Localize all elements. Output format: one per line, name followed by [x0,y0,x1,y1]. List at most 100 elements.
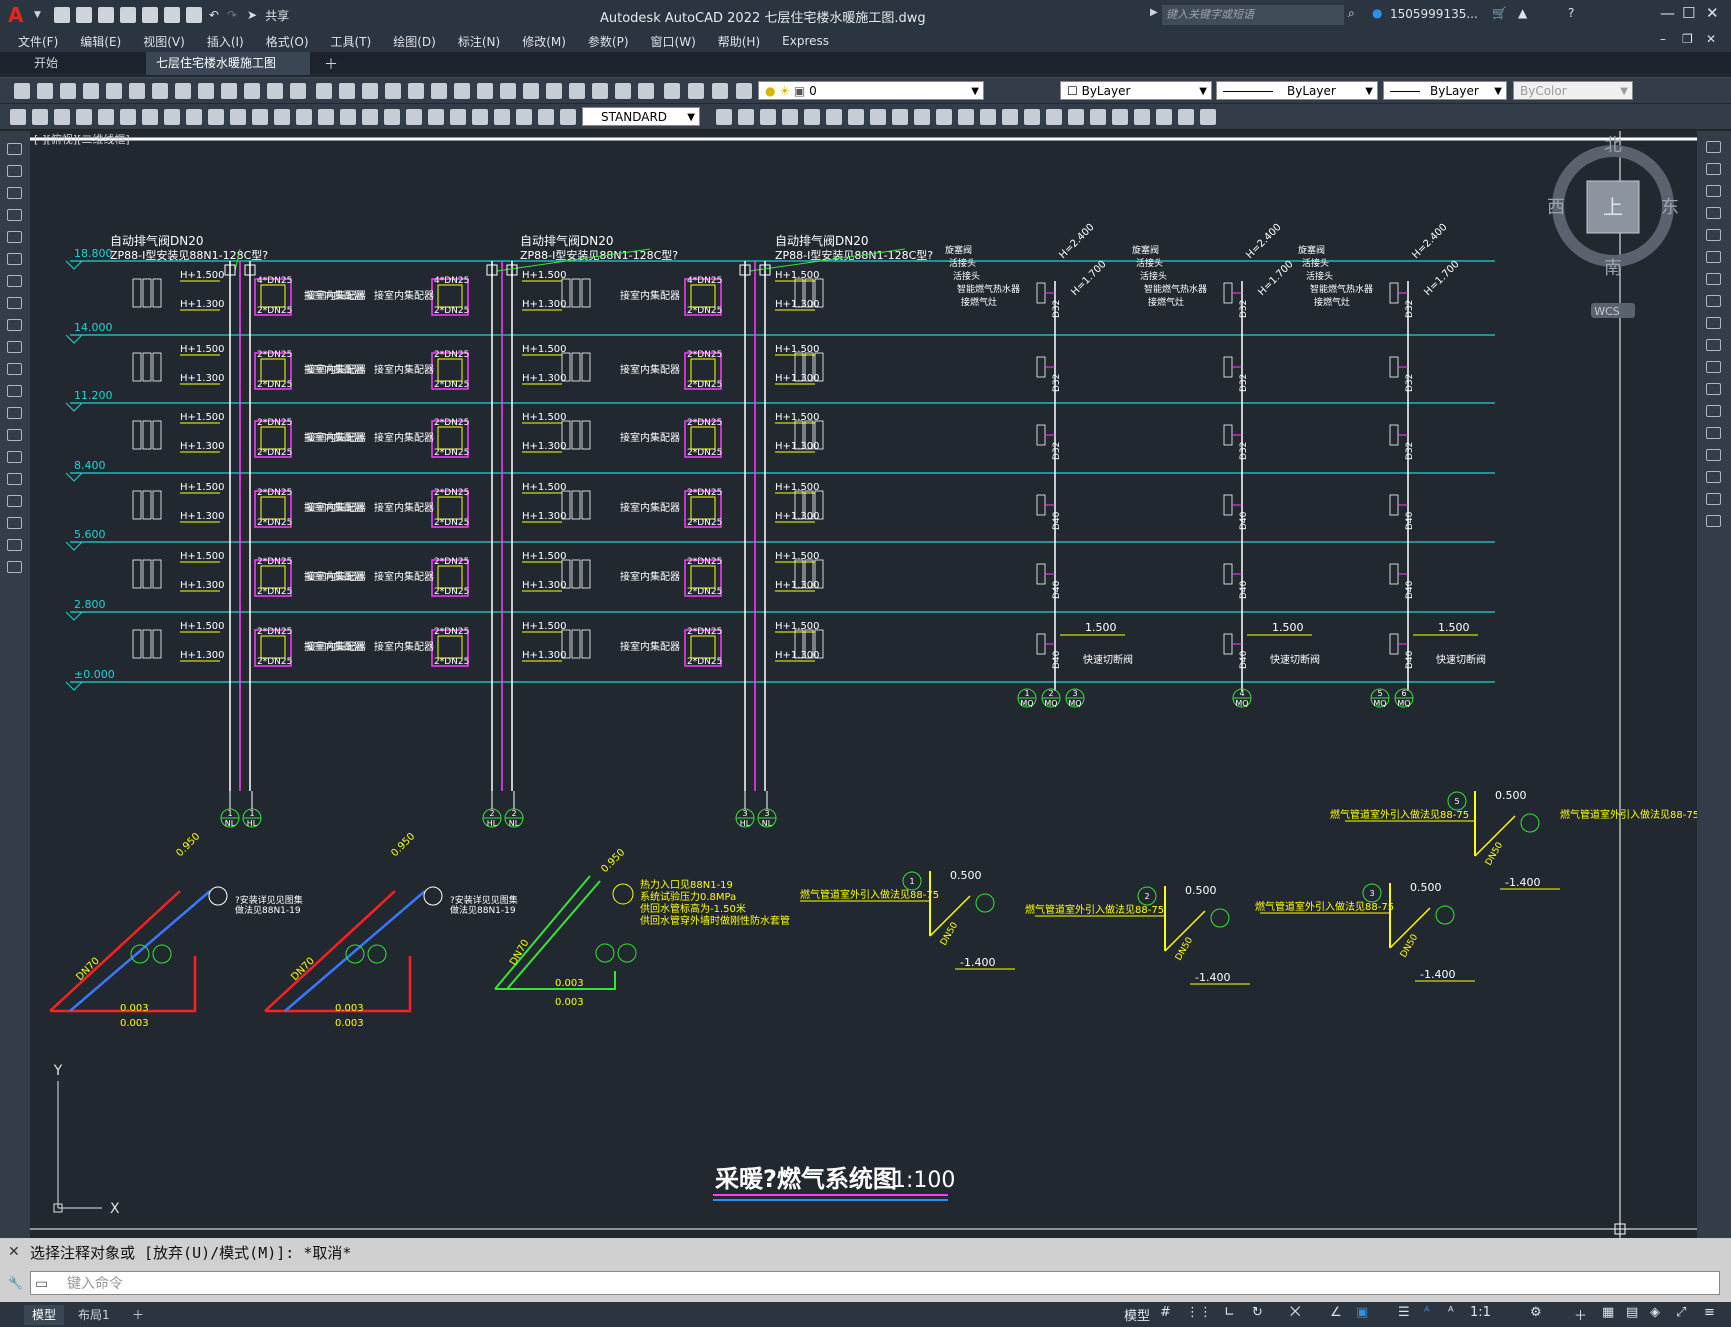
dimension-tool-29[interactable] [760,109,776,125]
save-as-icon[interactable] [119,7,136,23]
draw-tool-6[interactable] [7,253,22,265]
modify-tool-11[interactable] [1706,361,1721,373]
standard-tool-25[interactable] [569,83,585,99]
draw-tool-7[interactable] [7,275,22,287]
dimension-tool-26[interactable] [560,109,576,125]
dimension-tool-30[interactable] [782,109,798,125]
new-tab-icon[interactable]: ＋ [324,54,338,74]
menu-file[interactable]: 文件(F) [18,33,58,50]
modify-tool-17[interactable] [1706,493,1721,505]
dimension-tool-35[interactable] [892,109,908,125]
drawing-canvas[interactable]: [-][俯视][二维线框] 上 北 南 东 西 WCS 18.800 14.000… [30,131,1697,1238]
dimension-tool-48[interactable] [1178,109,1194,125]
grid-icon[interactable]: # [1160,1305,1171,1320]
isolate-objects-icon[interactable]: ◈ [1650,1305,1660,1320]
dimension-tool-27[interactable] [716,109,732,125]
menu-format[interactable]: 格式(O) [266,33,309,50]
draw-tool-10[interactable] [7,341,22,353]
dimension-tool-4[interactable] [76,109,92,125]
dimension-tool-2[interactable] [32,109,48,125]
draw-tool-14[interactable] [7,429,22,441]
dimension-tool-5[interactable] [98,109,114,125]
modify-tool-16[interactable] [1706,471,1721,483]
standard-tool-19[interactable] [431,83,447,99]
dimension-tool-17[interactable] [362,109,378,125]
draw-tool-17[interactable] [7,495,22,507]
standard-tool-12[interactable] [267,83,283,99]
standard-tool-15[interactable] [339,83,355,99]
menu-modify[interactable]: 修改(M) [522,33,566,50]
modify-tool-18[interactable] [1706,515,1721,527]
dimension-tool-19[interactable] [406,109,422,125]
dimension-tool-23[interactable] [494,109,510,125]
dimension-tool-10[interactable] [208,109,224,125]
draw-tool-11[interactable] [7,363,22,375]
modify-tool-8[interactable] [1706,295,1721,307]
dimension-tool-37[interactable] [936,109,952,125]
tab-drawing[interactable]: 七层住宅楼水暖施工图*✕ [146,52,310,93]
modify-tool-5[interactable] [1706,229,1721,241]
standard-tool-20[interactable] [454,83,470,99]
modify-tool-10[interactable] [1706,339,1721,351]
textstyle-dropdown[interactable]: STANDARD ▼ [582,107,700,126]
new-file-icon[interactable] [53,7,70,23]
menu-tools[interactable]: 工具(T) [331,33,372,50]
osnap-icon[interactable]: ⨉ [1290,1305,1300,1320]
open-from-web-icon[interactable] [141,7,158,23]
modify-tool-12[interactable] [1706,383,1721,395]
dimension-tool-1[interactable] [10,109,26,125]
dimension-tool-41[interactable] [1024,109,1040,125]
quick-properties-icon[interactable]: ▤ [1626,1305,1638,1320]
modify-tool-3[interactable] [1706,185,1721,197]
modify-tool-2[interactable] [1706,163,1721,175]
standard-tool-29[interactable] [664,83,680,99]
close-icon[interactable]: ✕ [1706,4,1719,22]
menu-parametric[interactable]: 参数(P) [588,33,629,50]
standard-tool-11[interactable] [244,83,260,99]
standard-tool-28[interactable] [638,83,654,99]
annotation-visibility-icon[interactable]: ᴬ [1424,1305,1430,1320]
save-to-web-icon[interactable] [163,7,180,23]
standard-tool-27[interactable] [615,83,631,99]
standard-tool-32[interactable] [736,83,752,99]
lineweight-dropdown[interactable]: ByLayer ▼ [1383,81,1507,100]
dimension-tool-33[interactable] [848,109,864,125]
viewport-controls[interactable]: [-][俯视][二维线框] [34,131,130,147]
workspace-gear-icon[interactable]: ⚙ [1530,1305,1542,1320]
dimension-tool-3[interactable] [54,109,70,125]
menu-express[interactable]: Express [782,34,829,48]
dimension-tool-28[interactable] [738,109,754,125]
minimize-icon[interactable]: — [1660,4,1675,22]
ortho-icon[interactable]: ∟ [1224,1305,1235,1320]
dimension-tool-7[interactable] [142,109,158,125]
draw-tool-5[interactable] [7,231,22,243]
annotation-monitor-icon[interactable]: ＋ [1574,1305,1587,1324]
otrack-icon[interactable]: ∠ [1330,1305,1342,1320]
save-icon[interactable] [97,7,114,23]
draw-tool-19[interactable] [7,539,22,551]
lineweight-toggle-icon[interactable]: ☰ [1398,1305,1410,1320]
draw-tool-3[interactable] [7,187,22,199]
standard-tool-26[interactable] [592,83,608,99]
dimension-tool-25[interactable] [538,109,554,125]
modify-tool-4[interactable] [1706,207,1721,219]
open-file-icon[interactable] [75,7,92,23]
menu-draw[interactable]: 绘图(D) [393,33,436,50]
doc-restore-icon[interactable]: ❐ [1682,32,1693,46]
standard-tool-9[interactable] [198,83,214,99]
redo-icon[interactable]: ↷ [227,8,237,22]
polar-icon[interactable]: ↻ [1252,1305,1263,1320]
standard-tool-14[interactable] [316,83,332,99]
view-cube[interactable]: 上 北 南 东 西 WCS [1547,135,1679,318]
dimension-tool-8[interactable] [164,109,180,125]
standard-tool-18[interactable] [408,83,424,99]
standard-tool-21[interactable] [477,83,493,99]
tab-model[interactable]: 模型 [24,1305,65,1325]
dimension-tool-14[interactable] [296,109,312,125]
dimension-tool-11[interactable] [230,109,246,125]
standard-tool-31[interactable] [712,83,728,99]
standard-tool-1[interactable] [14,83,30,99]
units-icon[interactable]: ▦ [1602,1305,1614,1320]
dimension-tool-9[interactable] [186,109,202,125]
autocad-logo[interactable]: A [8,4,30,26]
